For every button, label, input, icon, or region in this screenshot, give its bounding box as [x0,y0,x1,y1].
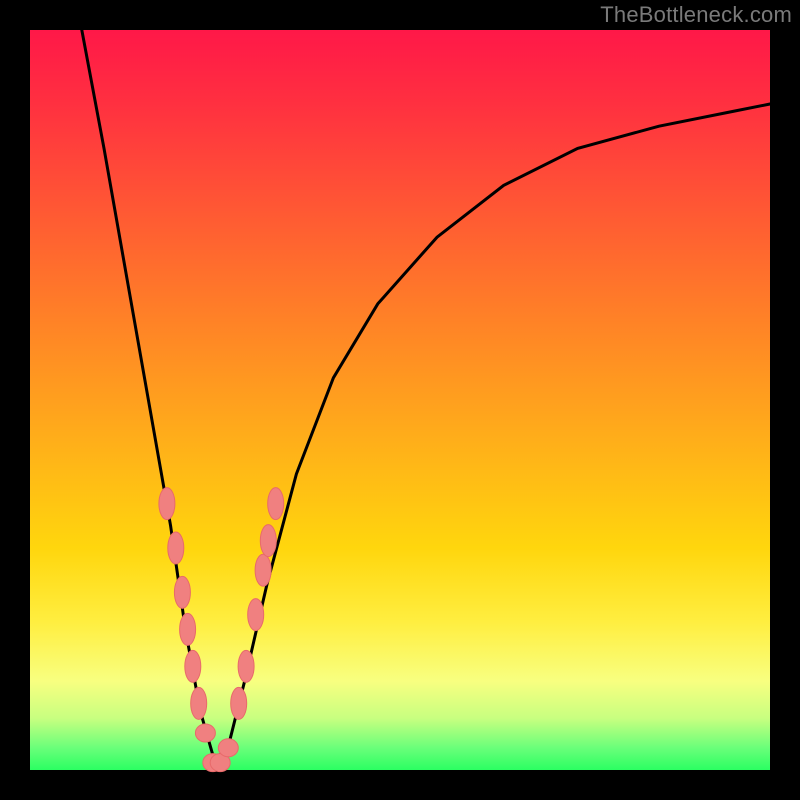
marker-point [168,532,184,564]
marker-point [195,724,215,742]
marker-point [255,554,271,586]
marker-point [159,488,175,520]
outer-frame: TheBottleneck.com [0,0,800,800]
watermark-text: TheBottleneck.com [600,2,792,28]
marker-point [218,739,238,757]
marker-point [260,525,276,557]
marker-point [174,576,190,608]
marker-layer [30,30,770,770]
marker-group [159,488,284,772]
marker-point [231,687,247,719]
marker-point [185,650,201,682]
marker-point [191,687,207,719]
marker-point [238,650,254,682]
marker-point [268,488,284,520]
marker-point [180,613,196,645]
marker-point [248,599,264,631]
